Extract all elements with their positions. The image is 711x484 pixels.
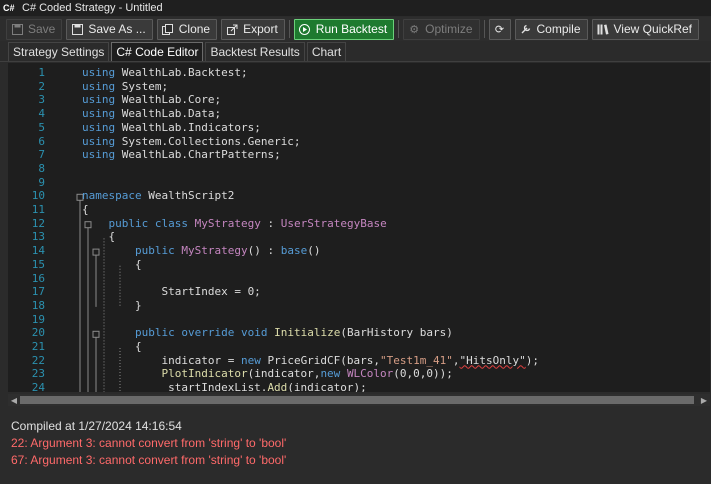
code-line: using System;: [82, 79, 169, 93]
export-button[interactable]: Export: [221, 18, 285, 40]
save-as-button[interactable]: Save As ...: [66, 18, 153, 40]
line-number: 6: [38, 134, 45, 148]
code-line: {: [82, 230, 116, 244]
export-label: Export: [243, 22, 278, 36]
horizontal-scrollbar[interactable]: ◀ ▶: [8, 394, 710, 406]
save-button[interactable]: Save: [6, 18, 63, 40]
window-title: C# Coded Strategy - Untitled: [22, 2, 163, 14]
title-bar: C# C# Coded Strategy - Untitled: [0, 0, 711, 16]
code-line: using WealthLab.Backtest;: [82, 66, 248, 79]
copy-icon: [162, 23, 174, 35]
tab-strategy-settings[interactable]: Strategy Settings: [8, 42, 110, 61]
line-number-gutter: 1 2 3 4 5 6 7 8 9 10 11 12 13 14 15 16 17 18 19 20 21 22 23 24: [8, 63, 68, 392]
compile-label: Compile: [536, 22, 581, 36]
line-number: 8: [38, 161, 45, 175]
line-number: 9: [38, 175, 45, 189]
clone-button[interactable]: Clone: [156, 18, 218, 40]
line-number: 1: [38, 66, 45, 79]
line-number: 2: [38, 79, 45, 93]
code-line: PlotIndicator(indicator,new WLColor(0,0,…: [161, 367, 453, 381]
code-line: namespace WealthScript2: [82, 189, 235, 203]
toolbar-divider: [398, 20, 400, 38]
code-line: {: [82, 257, 142, 271]
optimize-label: Optimize: [425, 22, 473, 36]
wrench-icon: [520, 23, 532, 35]
refresh-button[interactable]: ⟳: [488, 18, 511, 40]
line-number: 18: [31, 298, 45, 312]
view-quickref-label: View QuickRef: [613, 22, 692, 36]
save-label: Save: [28, 22, 56, 36]
save-as-label: Save As ...: [88, 22, 146, 36]
line-number: 7: [38, 148, 45, 162]
play-icon: [299, 23, 311, 35]
code-line: using WealthLab.Data;: [82, 107, 222, 121]
line-number: 3: [38, 93, 45, 107]
line-number: 5: [38, 120, 45, 134]
line-number: 23: [31, 367, 45, 381]
line-number: 19: [31, 312, 45, 326]
code-line: using System.Collections.Generic;: [82, 134, 301, 148]
line-number: 10: [31, 189, 45, 203]
compile-status: Compiled at 1/27/2024 14:16:54: [11, 419, 182, 433]
code-line: public class MyStrategy : UserStrategyBa…: [108, 216, 387, 230]
view-quickref-button[interactable]: View QuickRef: [591, 18, 699, 40]
csharp-app-icon: C#: [3, 3, 15, 13]
line-number: 13: [31, 230, 45, 244]
toolbar: Save Save As ... Clone Export Run Backte…: [0, 17, 711, 41]
line-number: 24: [31, 381, 45, 392]
scroll-right-icon[interactable]: ▶: [698, 394, 710, 406]
code-line: public override void Initialize(BarHisto…: [134, 326, 453, 340]
line-number: 16: [31, 271, 45, 285]
tab-backtest-results[interactable]: Backtest Results: [205, 42, 305, 61]
toolbar-divider: [288, 20, 290, 38]
line-number: 17: [31, 285, 45, 299]
line-number: 12: [31, 216, 45, 230]
code-line: using WealthLab.Core;: [82, 93, 222, 107]
clone-label: Clone: [178, 22, 211, 36]
code-line: using WealthLab.Indicators;: [82, 120, 261, 134]
gear-icon: ⚙: [409, 23, 420, 36]
code-line: startIndexList.Add(indicator);: [82, 381, 367, 392]
toolbar-divider: [483, 20, 485, 38]
tab-strip: Strategy Settings C# Code Editor Backtes…: [0, 42, 711, 62]
books-icon: [597, 23, 609, 35]
line-number: 20: [31, 326, 45, 340]
export-icon: [226, 23, 238, 35]
run-backtest-label: Run Backtest: [315, 22, 388, 36]
run-backtest-button[interactable]: Run Backtest: [293, 18, 395, 40]
floppy-disk-icon: [11, 23, 23, 35]
code-line: }: [82, 298, 142, 312]
line-number: 4: [38, 107, 45, 121]
code-line: using WealthLab.ChartPatterns;: [82, 148, 281, 162]
tab-code-editor[interactable]: C# Code Editor: [111, 42, 204, 61]
code-line: {: [82, 203, 89, 216]
code-editor[interactable]: 1 2 3 4 5 6 7 8 9 10 11 12 13 14 15 16 17 18 19 20 21 22 23 24 …: [8, 63, 710, 392]
scroll-left-icon[interactable]: ◀: [8, 394, 20, 406]
line-number: 22: [31, 353, 45, 367]
scrollbar-thumb[interactable]: [20, 396, 694, 404]
compiler-output: Compiled at 1/27/2024 14:16:54 22: Argum…: [8, 412, 710, 484]
line-number: 11: [31, 203, 45, 216]
code-line: indicator = new PriceGridCF(bars,"Test1m…: [82, 353, 540, 367]
compile-error[interactable]: 67: Argument 3: cannot convert from 'str…: [8, 452, 710, 469]
line-number: 14: [31, 244, 45, 258]
optimize-button[interactable]: ⚙ Optimize: [403, 18, 480, 40]
code-line: StartIndex = 0;: [82, 285, 261, 299]
refresh-icon: ⟳: [494, 23, 505, 36]
compile-error[interactable]: 22: Argument 3: cannot convert from 'str…: [8, 435, 710, 452]
code-line: {: [82, 340, 142, 353]
compile-button[interactable]: Compile: [514, 18, 588, 40]
tab-chart[interactable]: Chart: [306, 42, 347, 61]
code-line: public MyStrategy() : base(): [134, 244, 321, 258]
floppy-disk-icon: [71, 23, 83, 35]
line-number: 15: [31, 257, 45, 271]
line-number: 21: [31, 340, 45, 353]
